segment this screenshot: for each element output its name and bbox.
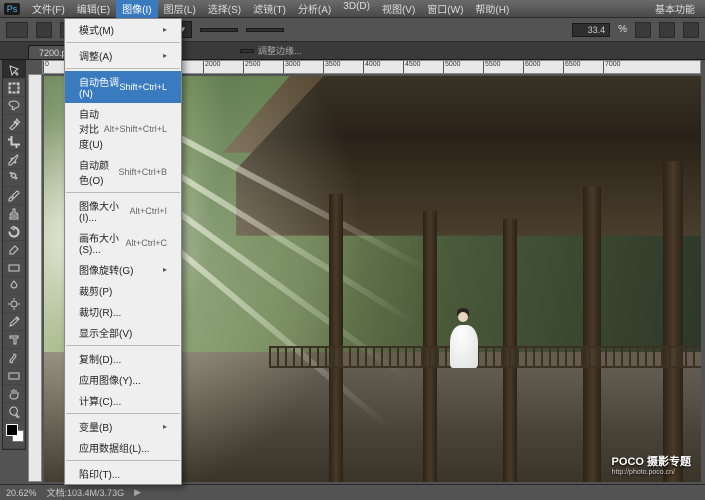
color-swatches[interactable]: [3, 421, 25, 449]
status-arrow-icon[interactable]: ▶: [134, 487, 141, 498]
status-docinfo[interactable]: 文档:103.4M/3.73G: [47, 486, 125, 499]
menu-dropdown-item[interactable]: 应用数据组(L)...: [65, 437, 181, 458]
opt-icon-1[interactable]: [36, 22, 52, 38]
menu-bar: Ps 文件(F)编辑(E)图像(I)图层(L)选择(S)滤镜(T)分析(A)3D…: [0, 0, 705, 18]
hand-tool[interactable]: [3, 385, 25, 403]
menu-dropdown-item[interactable]: 陷印(T)...: [65, 463, 181, 484]
refine-edge-field[interactable]: [240, 49, 254, 53]
dodge-icon: [8, 298, 20, 310]
status-zoom[interactable]: 20.62%: [6, 488, 37, 498]
brush-icon: [8, 190, 20, 202]
path-icon: [8, 352, 20, 364]
menu-dropdown-item[interactable]: 自动颜色(O)Shift+Ctrl+B: [65, 154, 181, 190]
brush-tool[interactable]: [3, 187, 25, 205]
move-tool[interactable]: [3, 61, 25, 79]
path-tool[interactable]: [3, 349, 25, 367]
menu-item[interactable]: 3D(D): [337, 0, 376, 18]
gradient-icon: [8, 262, 20, 274]
opt-icon-r1[interactable]: [635, 22, 651, 38]
menu-dropdown-item[interactable]: 裁剪(P): [65, 280, 181, 301]
menu-dropdown-item[interactable]: 复制(D)...: [65, 348, 181, 369]
blur-icon: [8, 280, 20, 292]
menu-dropdown-item[interactable]: 应用图像(Y)...: [65, 369, 181, 390]
move-icon: [8, 64, 20, 76]
marquee-icon: [8, 82, 20, 94]
zoom-unit: %: [618, 24, 627, 35]
eyedrop-tool[interactable]: [3, 151, 25, 169]
menu-item[interactable]: 选择(S): [202, 0, 247, 18]
image-menu-dropdown: 模式(M) 调整(A) 自动色调(N)Shift+Ctrl+L自动对比度(U)Alt…: [64, 18, 182, 485]
crop-tool[interactable]: [3, 133, 25, 151]
menu-dropdown-item[interactable]: 图像大小(I)...Alt+Ctrl+I: [65, 195, 181, 227]
stamp-icon: [8, 208, 20, 220]
hand-icon: [8, 388, 20, 400]
heal-icon: [8, 172, 20, 184]
shape-icon: [8, 370, 20, 382]
eraser-icon: [8, 244, 20, 256]
menu-dropdown-item[interactable]: 变量(B): [65, 416, 181, 437]
menu-dropdown-item[interactable]: 自动对比度(U)Alt+Shift+Ctrl+L: [65, 103, 181, 154]
menu-item[interactable]: 滤镜(T): [247, 0, 292, 18]
opt-icon-r2[interactable]: [659, 22, 675, 38]
vertical-ruler[interactable]: [28, 74, 42, 482]
blur-tool[interactable]: [3, 277, 25, 295]
stamp-tool[interactable]: [3, 205, 25, 223]
foreground-color[interactable]: [6, 424, 18, 436]
menu-dropdown-item[interactable]: 自动色调(N)Shift+Ctrl+L: [65, 71, 181, 103]
refine-edge-label: 調整边缘...: [258, 44, 302, 57]
lasso-tool[interactable]: [3, 97, 25, 115]
history-icon: [8, 226, 20, 238]
menu-item[interactable]: 帮助(H): [469, 0, 515, 18]
menu-dropdown-item[interactable]: 调整(A): [65, 45, 181, 66]
zoom-input[interactable]: 33.4: [572, 23, 610, 37]
gradient-tool[interactable]: [3, 259, 25, 277]
history-tool[interactable]: [3, 223, 25, 241]
app-logo: Ps: [4, 3, 20, 15]
width-input[interactable]: [200, 28, 238, 32]
zoom-icon: [8, 406, 20, 418]
shape-tool[interactable]: [3, 367, 25, 385]
height-input[interactable]: [246, 28, 284, 32]
lasso-icon: [8, 100, 20, 112]
type-icon: [8, 334, 20, 346]
opt-icon-r3[interactable]: [683, 22, 699, 38]
menu-item[interactable]: 视图(V): [376, 0, 421, 18]
tool-palette: [2, 60, 26, 450]
heal-tool[interactable]: [3, 169, 25, 187]
menu-dropdown-item[interactable]: 裁切(R)...: [65, 301, 181, 322]
menu-dropdown-item[interactable]: 模式(M): [65, 19, 181, 40]
menu-item[interactable]: 分析(A): [292, 0, 337, 18]
menu-item[interactable]: 图像(I): [116, 0, 157, 18]
wand-tool[interactable]: [3, 115, 25, 133]
menu-dropdown-item[interactable]: 计算(C)...: [65, 390, 181, 411]
pen-tool[interactable]: [3, 313, 25, 331]
menu-item[interactable]: 编辑(E): [71, 0, 116, 18]
workspace-switcher[interactable]: 基本功能: [649, 1, 701, 16]
status-bar: 20.62% 文档:103.4M/3.73G ▶: [0, 484, 705, 500]
zoom-tool[interactable]: [3, 403, 25, 421]
menu-dropdown-item[interactable]: 画布大小(S)...Alt+Ctrl+C: [65, 227, 181, 259]
menu-item[interactable]: 图层(L): [158, 0, 202, 18]
crop-icon: [8, 136, 20, 148]
pen-icon: [8, 316, 20, 328]
menu-item[interactable]: 窗口(W): [421, 0, 469, 18]
eyedrop-icon: [8, 154, 20, 166]
type-tool[interactable]: [3, 331, 25, 349]
dodge-tool[interactable]: [3, 295, 25, 313]
menu-dropdown-item[interactable]: 显示全部(V): [65, 322, 181, 343]
watermark: POCO 摄影专题 http://photo.poco.cn/: [612, 453, 691, 476]
marquee-tool[interactable]: [3, 79, 25, 97]
menu-item[interactable]: 文件(F): [26, 0, 71, 18]
menu-dropdown-item[interactable]: 图像旋转(G): [65, 259, 181, 280]
eraser-tool[interactable]: [3, 241, 25, 259]
tool-preset-icon[interactable]: [6, 22, 28, 38]
wand-icon: [8, 118, 20, 130]
